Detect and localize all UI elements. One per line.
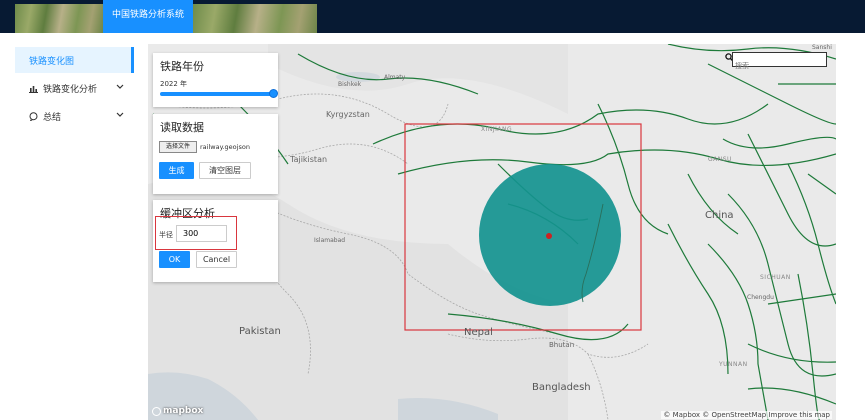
header-terrain-image-right xyxy=(193,4,317,33)
map-label-yunnan: YUNNAN xyxy=(719,361,748,368)
map-search-box[interactable] xyxy=(732,52,827,72)
ok-button[interactable]: OK xyxy=(159,251,190,268)
buffer-center-point xyxy=(546,233,552,239)
year-value-label: 2022 年 xyxy=(160,80,188,88)
sidebar-menu: 铁路变化图 铁路变化分析 总结 xyxy=(15,44,134,420)
map-label-bishkek: Bishkek xyxy=(338,81,362,88)
map-search-input[interactable] xyxy=(733,60,827,72)
sidebar-item-railway-change-map[interactable]: 铁路变化图 xyxy=(15,47,134,73)
map-label-tajikistan: Tajikistan xyxy=(290,155,328,164)
sidebar-item-railway-change-analysis[interactable]: 铁路变化分析 xyxy=(15,75,134,101)
map-label-bhutan: Bhutan xyxy=(549,341,575,349)
map-label-nepal: Nepal xyxy=(464,327,493,338)
data-panel: 读取数据 选择文件 railway.geojson 生成 清空图层 xyxy=(153,114,278,194)
top-header: 中国铁路分析系统 xyxy=(0,0,865,33)
file-name-label: railway.geojson xyxy=(200,143,250,151)
message-icon xyxy=(29,111,38,122)
bar-chart-icon xyxy=(29,84,38,93)
map-attribution[interactable]: © Mapbox © OpenStreetMap Improve this ma… xyxy=(661,411,832,419)
mapbox-logo-text: mapbox xyxy=(163,406,204,416)
map-label-kyrgyzstan: Kyrgyzstan xyxy=(326,110,370,119)
mapbox-logo-icon xyxy=(152,406,161,416)
map-label-sichuan: SICHUAN xyxy=(760,274,791,281)
cancel-button[interactable]: Cancel xyxy=(196,251,237,268)
radius-highlight-box xyxy=(155,216,237,250)
data-panel-title: 读取数据 xyxy=(160,121,204,134)
generate-button[interactable]: 生成 xyxy=(159,162,194,179)
clear-layer-button[interactable]: 清空图层 xyxy=(199,162,251,179)
map-label-almaty: Almaty xyxy=(384,74,406,81)
map-label-xinjiang: XINJIANG xyxy=(481,126,513,133)
map-label-islamabad: Islamabad xyxy=(314,237,346,244)
map-label-sanshi: Sanshi xyxy=(812,44,832,51)
sidebar-item-label: 铁路变化图 xyxy=(29,56,75,67)
chevron-down-icon xyxy=(116,83,124,93)
mapbox-logo[interactable]: mapbox xyxy=(152,406,203,416)
sidebar-item-label: 铁路变化分析 xyxy=(43,84,98,95)
year-slider-handle[interactable] xyxy=(269,89,278,98)
chevron-down-icon xyxy=(116,111,124,121)
map-label-gansu: GANSU xyxy=(708,156,732,163)
sidebar-item-label: 总结 xyxy=(43,112,62,123)
app-title-tab[interactable]: 中国铁路分析系统 xyxy=(103,0,193,33)
year-panel-title: 铁路年份 xyxy=(160,60,204,73)
map-label-pakistan: Pakistan xyxy=(239,326,281,337)
map-label-bangladesh: Bangladesh xyxy=(532,382,591,393)
year-slider-track[interactable] xyxy=(160,92,274,96)
header-terrain-image-left xyxy=(15,4,103,33)
year-panel: 铁路年份 2022 年 xyxy=(153,53,278,107)
map-label-china: China xyxy=(705,210,734,221)
map-label-chengdu: Chengdu xyxy=(747,294,774,301)
sidebar-item-summary[interactable]: 总结 xyxy=(15,103,134,129)
choose-file-button[interactable]: 选择文件 xyxy=(159,141,197,153)
